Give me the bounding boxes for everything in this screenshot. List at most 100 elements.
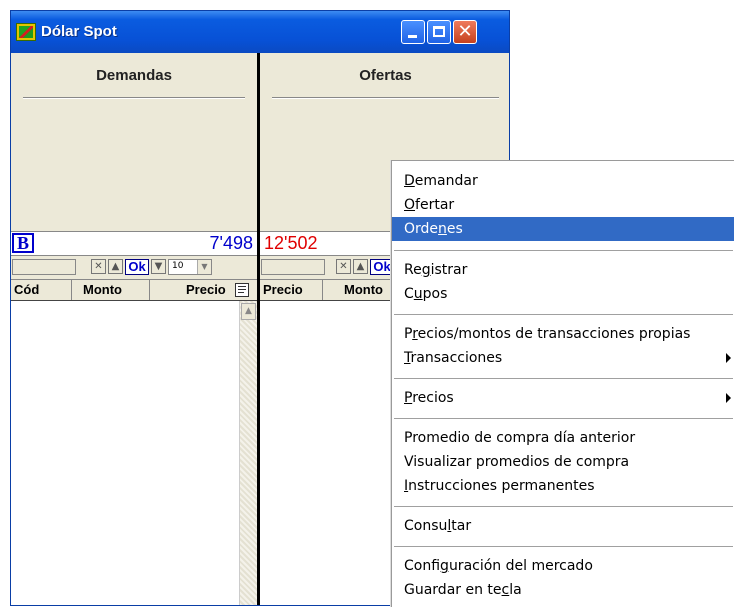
close-button[interactable]: ✕ [453,20,477,44]
col-cod[interactable]: Cód [14,282,39,297]
label-text: P [404,326,413,342]
menu-item-visualizar-promedios[interactable]: Visualizar promedios de compra [392,450,734,474]
menu-item-label: Registrar [404,262,467,278]
menu-item-label: Precios [404,390,454,406]
menu-separator [394,418,733,419]
menu-item-label: Guardar en tecla [404,582,522,598]
menu-separator [394,546,733,547]
offer-total: 12'502 [264,233,318,253]
up-arrow-icon[interactable]: ▲ [108,259,123,274]
demand-total: 7'498 [209,233,253,253]
label-text: Re [404,262,422,278]
menu-item-label: Cupos [404,286,447,302]
clear-icon[interactable]: ✕ [91,259,106,274]
scroll-up-icon[interactable]: ▲ [241,303,256,320]
label-text: nstrucciones permanentes [408,478,595,494]
menu-item-precios[interactable]: Precios [392,386,734,410]
submenu-arrow-icon [726,393,731,403]
maximize-icon [433,26,445,37]
menu-item-label: Precios/montos de transacciones propias [404,326,690,342]
menu-separator [394,506,733,507]
chevron-down-icon[interactable]: ▼ [197,260,211,274]
label-text: Visualizar promedios de compra [404,454,630,470]
label-text: pos [422,286,448,302]
col-precio[interactable]: Precio [263,282,303,297]
demand-total-row: B 7'498 [11,231,257,256]
minimize-button[interactable] [401,20,425,44]
down-arrow-icon[interactable]: ▼ [151,259,166,274]
window-title: Dólar Spot [41,23,117,40]
demandas-title: Demandas [96,67,172,84]
ok-button[interactable]: Ok [125,259,149,275]
menu-item-transacciones[interactable]: Transacciones [392,346,734,370]
mnemonic-letter: g [421,262,431,278]
buy-badge[interactable]: B [12,233,34,253]
submenu-arrow-icon [726,353,731,363]
menu-item-promedio-anterior[interactable]: Promedio de compra día anterior [392,426,734,450]
context-menu: Demandar Ofertar Ordenes Registrar Cupos Prec… [391,160,734,607]
menu-item-label: Instrucciones permanentes [404,478,595,494]
demandas-pane: Demandas [11,53,257,231]
label-text: fertar [415,197,455,213]
app-icon [16,23,36,41]
label-text: ecios/montos de transacciones propias [417,326,691,342]
menu-item-guardar-tecla[interactable]: Guardar en tecla [392,578,734,602]
label-text: Consu [404,518,448,534]
mnemonic-letter: u [413,286,423,302]
mnemonic-letter: n [438,221,447,237]
menu-item-label: Configuración del mercado [404,558,593,574]
menu-item-cupos[interactable]: Cupos [392,282,734,306]
label-text: Orde [404,221,439,237]
menu-item-registrar[interactable]: Registrar [392,258,734,282]
minimize-icon [408,35,417,38]
label-text: recios [412,390,454,406]
menu-item-label: Demandar [404,173,478,189]
label-text: emandar [414,173,478,189]
ofertas-title: Ofertas [359,67,412,84]
menu-item-ofertar[interactable]: Ofertar [392,193,734,217]
amount-input[interactable] [12,259,76,275]
lot-size-value: 10 [172,261,184,271]
col-precio[interactable]: Precio [186,282,226,297]
column-divider [71,280,72,300]
menu-item-label: Ordenes [404,221,463,237]
demand-controls: ✕ ▲ Ok ▼ 10 ▼ [11,257,257,277]
col-monto[interactable]: Monto [83,282,122,297]
menu-item-label: Visualizar promedios de compra [404,454,629,470]
divider [23,97,245,99]
clear-icon[interactable]: ✕ [336,259,351,274]
label-text: Confi [404,558,441,574]
maximize-button[interactable] [427,20,451,44]
mnemonic-letter: O [404,197,416,213]
menu-item-precios-montos[interactable]: Precios/montos de transacciones propias [392,322,734,346]
label-text: ransacciones [410,350,503,366]
lot-size-select[interactable]: 10 ▼ [168,259,212,275]
label-text: la [509,582,522,598]
column-options-icon[interactable] [235,283,249,297]
close-icon: ✕ [457,21,473,42]
mnemonic-letter: g [440,558,449,574]
menu-item-configuracion[interactable]: Configuración del mercado [392,554,734,578]
column-divider [149,280,150,300]
title-bar[interactable]: Dólar Spot ✕ [11,11,509,53]
label-text: istrar [430,262,468,278]
demand-list[interactable]: ▲ [11,301,257,605]
divider [272,97,499,99]
menu-separator [394,314,733,315]
scrollbar[interactable]: ▲ [239,301,257,605]
amount-input[interactable] [261,259,325,275]
menu-item-instrucciones[interactable]: Instrucciones permanentes [392,474,734,498]
label-text: C [404,286,414,302]
up-arrow-icon[interactable]: ▲ [353,259,368,274]
menu-item-label: Transacciones [404,350,502,366]
label-text: Guardar en te [404,582,502,598]
menu-item-consultar[interactable]: Consultar [392,514,734,538]
menu-item-demandar[interactable]: Demandar [392,169,734,193]
menu-item-label: Consultar [404,518,471,534]
menu-separator [394,250,733,251]
demand-column-header: Cód Monto Precio [11,279,257,301]
menu-item-label: Promedio de compra día anterior [404,430,635,446]
menu-item-ordenes[interactable]: Ordenes [392,217,734,241]
label-text: uración del mercado [448,558,593,574]
col-monto[interactable]: Monto [344,282,383,297]
